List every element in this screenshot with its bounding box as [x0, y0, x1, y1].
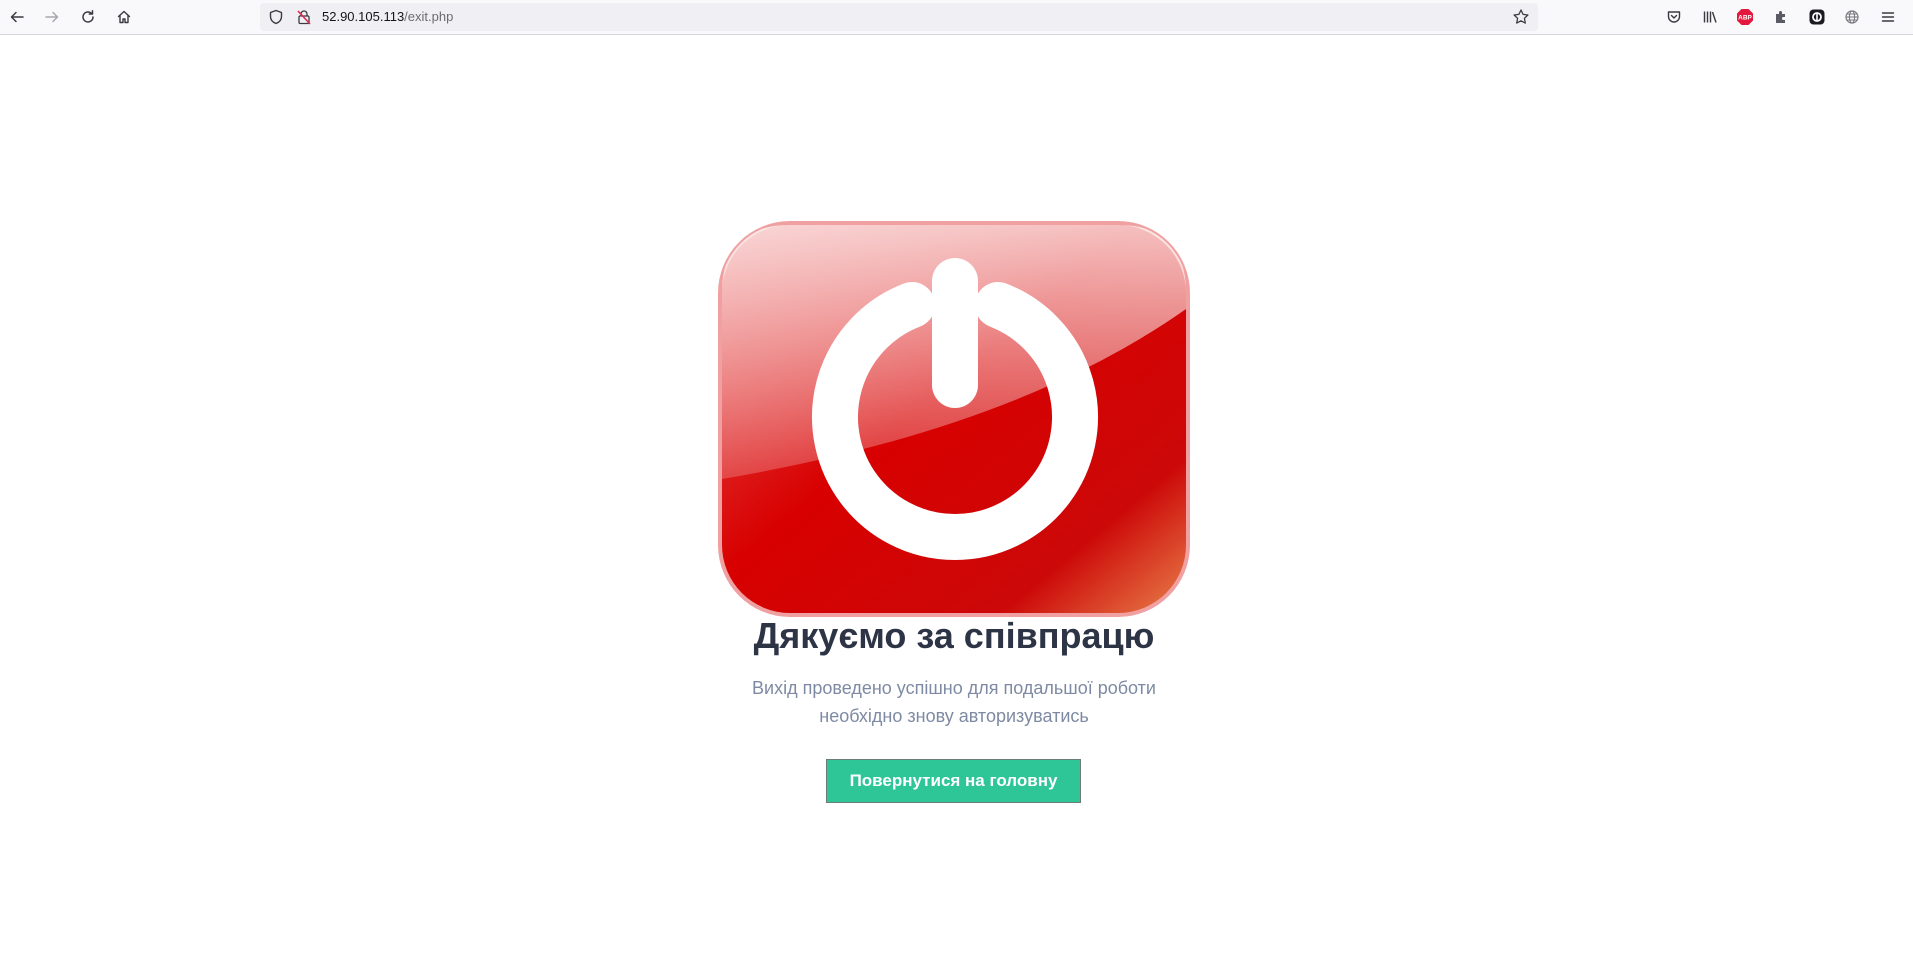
browser-toolbar: 52.90.105.113/exit.php ABP: [0, 0, 1913, 35]
menu-button[interactable]: [1874, 4, 1902, 30]
logout-message: Вихід проведено успішно для подальшої ро…: [704, 674, 1204, 730]
reload-icon: [82, 10, 94, 23]
adblock-button[interactable]: ABP: [1731, 4, 1759, 30]
home-nav-button[interactable]: [110, 4, 138, 30]
adblock-label: ABP: [1738, 15, 1752, 22]
adblock-icon: ABP: [1737, 9, 1753, 25]
extension-icon: [1776, 11, 1785, 23]
pocket-icon: [1667, 11, 1681, 23]
url-path: /exit.php: [404, 9, 454, 24]
logout-message-line2: необхідно знову авторизуватись: [819, 706, 1089, 726]
globe-button[interactable]: [1838, 4, 1866, 30]
back-button[interactable]: [3, 4, 31, 30]
reload-button[interactable]: [74, 4, 102, 30]
star-icon[interactable]: [1512, 8, 1530, 26]
pocket-button[interactable]: [1660, 4, 1688, 30]
extension2-button[interactable]: [1803, 4, 1831, 30]
logout-message-line1: Вихід проведено успішно для подальшої ро…: [752, 678, 1156, 698]
globe-icon: [1845, 10, 1859, 24]
back-arrow-icon: [10, 11, 24, 23]
hamburger-menu-icon: [1881, 12, 1895, 22]
library-button[interactable]: [1696, 4, 1724, 30]
shield-icon[interactable]: [268, 9, 284, 25]
forward-arrow-icon: [45, 11, 59, 23]
url-text[interactable]: 52.90.105.113/exit.php: [322, 3, 453, 31]
extension-icon: [1809, 9, 1825, 25]
extension-button[interactable]: [1767, 4, 1795, 30]
url-bar[interactable]: 52.90.105.113/exit.php: [260, 3, 1538, 31]
library-icon: [1703, 11, 1717, 23]
url-host: 52.90.105.113: [322, 9, 405, 24]
page-title: Дякуємо за співпрацю: [753, 615, 1155, 656]
forward-button[interactable]: [38, 4, 66, 30]
power-icon: [718, 221, 1190, 617]
home-icon: [117, 10, 131, 24]
insecure-lock-icon[interactable]: [296, 9, 312, 25]
page-content: Дякуємо за співпрацю Вихід проведено усп…: [0, 36, 1913, 973]
return-home-button[interactable]: Повернутися на головну: [826, 759, 1081, 803]
